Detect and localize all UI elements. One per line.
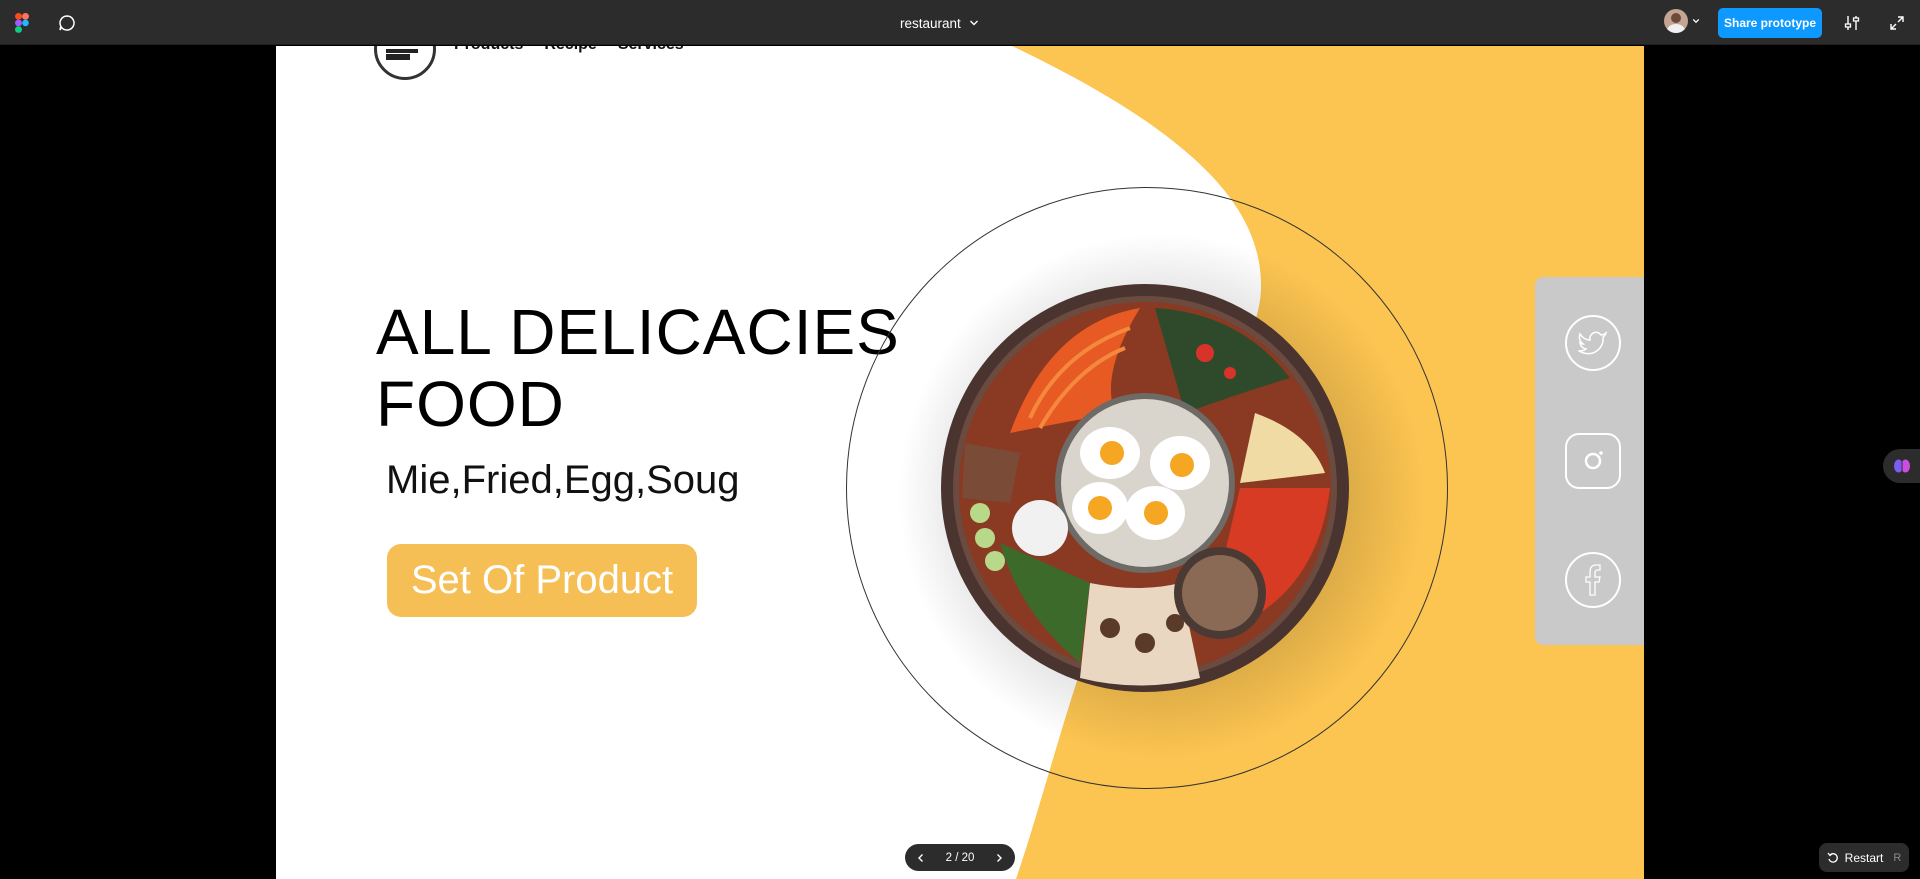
facebook-icon <box>1585 564 1601 596</box>
comment-icon[interactable] <box>57 13 77 33</box>
restart-shortcut: R <box>1893 851 1902 864</box>
logo-mark <box>386 54 410 60</box>
file-title[interactable]: restaurant <box>900 12 979 34</box>
expand-icon[interactable] <box>1888 14 1906 32</box>
instagram-icon <box>1584 451 1603 470</box>
chevron-left-icon <box>918 853 923 862</box>
restart-icon <box>1827 852 1838 863</box>
hero-headline-line: ALL DELICACIES <box>376 296 900 368</box>
share-prototype-button[interactable]: Share prototype <box>1718 8 1822 38</box>
set-of-product-button[interactable]: Set Of Product <box>387 544 697 617</box>
twitter-icon <box>1578 331 1608 355</box>
chevron-right-icon <box>997 853 1002 862</box>
hero-subtitle: Mie,Fried,Egg,Soug <box>386 458 740 502</box>
nav-item-recipe[interactable]: Recipe <box>544 46 596 54</box>
hero-headline-line: FOOD <box>376 368 565 440</box>
chevron-down-icon <box>1692 18 1700 24</box>
previous-frame-button[interactable] <box>915 852 927 864</box>
nav-item-products[interactable]: Products <box>454 46 523 54</box>
file-name: restaurant <box>900 15 961 31</box>
restart-button[interactable]: Restart R <box>1819 843 1909 872</box>
plugin-brain-icon <box>1893 459 1910 473</box>
prototype-toolbar: restaurant Share prototype <box>0 0 1920 45</box>
prototype-frame: Products Recipe Services ALL DELICACIES … <box>276 46 1644 879</box>
frame-pager: 2 / 20 <box>905 844 1015 871</box>
twitter-button[interactable] <box>1565 315 1621 371</box>
nav-item-services[interactable]: Services <box>618 46 684 54</box>
social-panel <box>1535 277 1644 645</box>
restart-label: Restart <box>1844 850 1884 865</box>
main-nav: Products Recipe Services <box>454 46 684 54</box>
instagram-button[interactable] <box>1565 433 1621 489</box>
frame-counter: 2 / 20 <box>945 851 975 864</box>
logo-mark <box>386 49 418 53</box>
hero-headline: ALL DELICACIES FOOD <box>376 296 900 440</box>
next-frame-button[interactable] <box>993 852 1005 864</box>
chevron-down-icon <box>969 20 978 26</box>
plugin-tab[interactable] <box>1883 449 1920 483</box>
food-bowl-image <box>941 284 1349 692</box>
avatar[interactable] <box>1664 9 1688 33</box>
figma-logo-icon[interactable] <box>15 13 29 33</box>
user-menu[interactable] <box>1664 9 1700 33</box>
settings-sliders-icon[interactable] <box>1842 13 1862 33</box>
facebook-button[interactable] <box>1565 552 1621 608</box>
